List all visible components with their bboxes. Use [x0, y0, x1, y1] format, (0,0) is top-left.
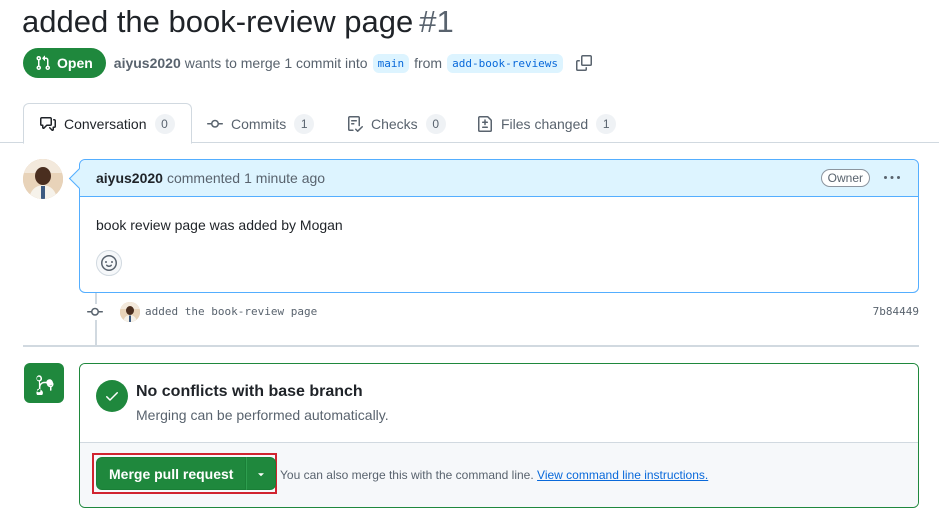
git-commit-icon — [207, 119, 223, 128]
git-pull-request-icon — [36, 55, 51, 71]
comment-body: book review page was added by Mogan — [96, 217, 343, 233]
triangle-down-icon — [258, 472, 265, 476]
copy-icon[interactable] — [576, 55, 593, 71]
pr-tabs: Conversation 0 Commits 1 Checks 0 Files … — [0, 103, 939, 144]
merge-status: No conflicts with base branch Merging ca… — [80, 364, 918, 442]
timeline-divider — [23, 345, 919, 347]
comment-author-link[interactable]: aiyus2020 — [96, 170, 163, 186]
pr-state-badge: Open — [23, 48, 106, 78]
tab-checks[interactable]: Checks 0 — [331, 103, 462, 144]
pr-title-text: added the book-review page — [22, 4, 414, 39]
commit-sha-link[interactable]: 7b84449 — [873, 305, 919, 318]
check-icon — [96, 380, 128, 412]
comment-action: commented — [166, 170, 241, 186]
cli-note-text: You can also merge this with the command… — [280, 468, 534, 482]
checklist-icon — [348, 115, 363, 132]
merge-status-icon-box — [24, 363, 64, 403]
comment-timestamp[interactable]: 1 minute ago — [244, 170, 325, 186]
timeline-commit-item: added the book-review page 7b84449 — [79, 300, 919, 324]
merge-method-dropdown[interactable] — [246, 457, 277, 490]
comment-box: aiyus2020 commented 1 minute ago Owner b… — [79, 159, 919, 293]
tab-commits[interactable]: Commits 1 — [191, 103, 330, 144]
comment-author-avatar[interactable] — [23, 159, 63, 199]
add-reaction-button[interactable] — [96, 250, 122, 276]
commit-message-link[interactable]: added the book-review page — [145, 305, 317, 318]
tab-files-changed[interactable]: Files changed 1 — [461, 103, 632, 144]
tab-checks-label: Checks — [371, 115, 418, 132]
tab-conversation[interactable]: Conversation 0 — [23, 103, 192, 144]
git-merge-icon — [36, 375, 54, 395]
owner-badge: Owner — [820, 169, 870, 187]
pr-number: #1 — [419, 4, 454, 39]
pr-author-link[interactable]: aiyus2020 — [114, 55, 181, 71]
pr-title: added the book-review page #1 — [22, 4, 454, 40]
pr-meta: Open aiyus2020 wants to merge 1 commit i… — [23, 48, 593, 78]
from-text: from — [414, 55, 443, 71]
tab-checks-count: 0 — [425, 113, 446, 134]
smiley-icon — [101, 255, 117, 271]
cli-note: You can also merge this with the command… — [280, 468, 708, 482]
comment-discussion-icon — [40, 116, 56, 131]
merge-status-subtitle: Merging can be performed automatically. — [136, 407, 389, 423]
merge-button-group: Merge pull request — [96, 457, 277, 490]
git-commit-icon — [87, 304, 103, 320]
file-diff-icon — [478, 115, 492, 132]
tab-commits-count: 1 — [294, 113, 315, 134]
merge-actions: Merge pull request You can also merge th… — [80, 442, 918, 507]
kebab-horizontal-icon — [884, 176, 900, 179]
tab-commits-label: Commits — [231, 115, 287, 132]
pr-summary: aiyus2020 wants to merge 1 commit into m… — [114, 53, 593, 73]
tab-files-changed-label: Files changed — [501, 115, 589, 132]
head-branch-label[interactable]: add-book-reviews — [447, 53, 564, 73]
base-branch-label[interactable]: main — [372, 53, 410, 73]
pr-summary-text: wants to merge 1 commit into — [184, 55, 368, 71]
tab-conversation-label: Conversation — [64, 115, 147, 132]
merge-box: No conflicts with base branch Merging ca… — [79, 363, 919, 508]
commit-author-avatar[interactable] — [120, 302, 140, 322]
tab-conversation-count: 0 — [154, 113, 175, 134]
cli-instructions-link[interactable]: View command line instructions. — [537, 468, 708, 482]
comment-options-button[interactable] — [882, 168, 902, 188]
merge-status-title: No conflicts with base branch — [136, 383, 363, 400]
merge-pull-request-button[interactable]: Merge pull request — [96, 457, 247, 490]
pr-state-label: Open — [57, 55, 93, 71]
tab-files-changed-count: 1 — [596, 113, 617, 134]
comment-header: aiyus2020 commented 1 minute ago Owner — [80, 160, 918, 197]
